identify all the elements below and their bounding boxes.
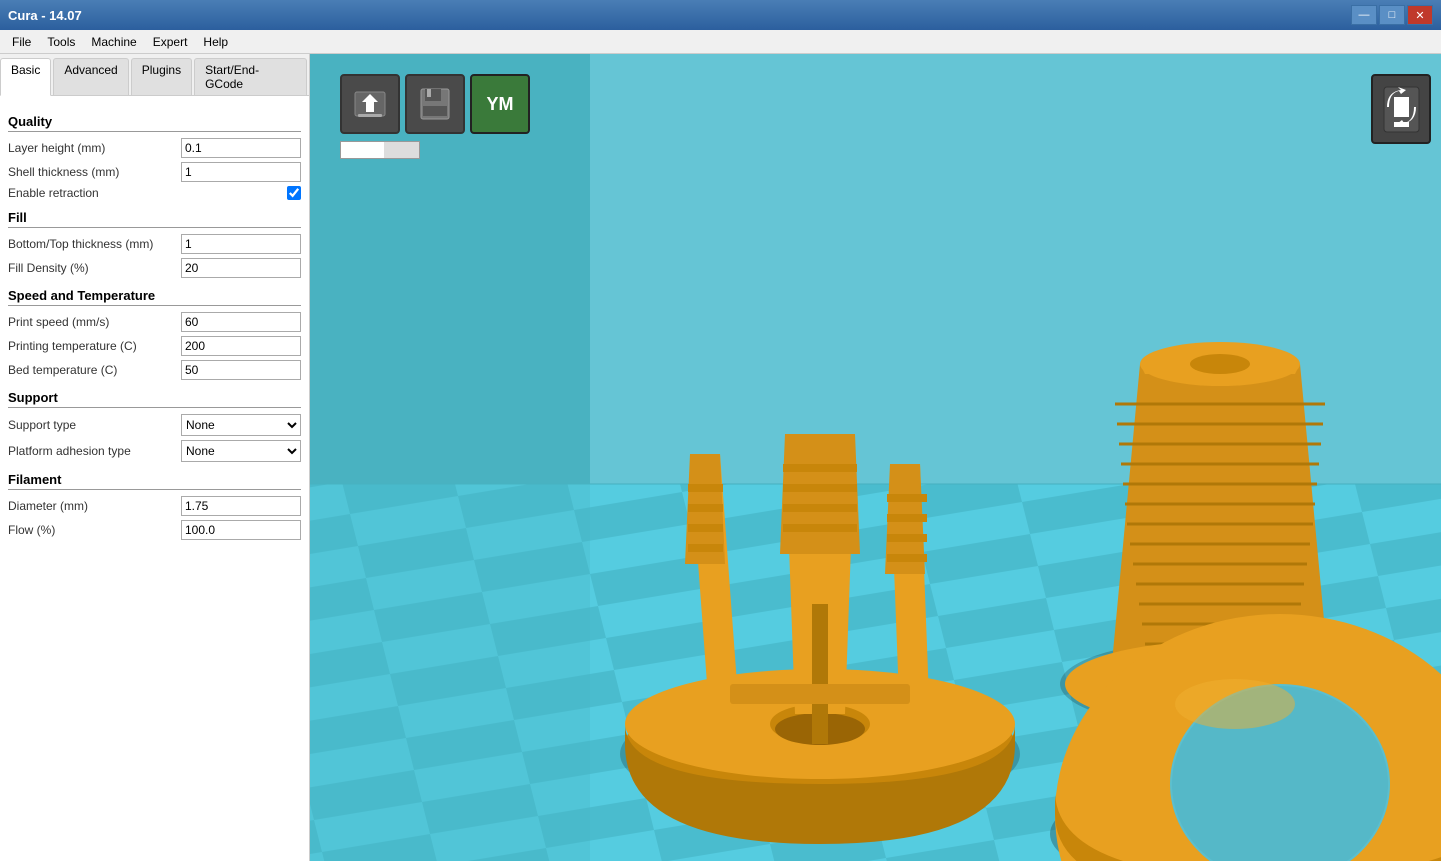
print-temp-input[interactable] [181, 336, 301, 356]
viewport-toolbar: YM [340, 74, 530, 164]
flow-row: Flow (%) [8, 520, 301, 540]
progress-bar-container [340, 141, 420, 159]
menu-expert[interactable]: Expert [145, 33, 196, 51]
fill-density-label: Fill Density (%) [8, 261, 181, 275]
enable-retraction-row: Enable retraction [8, 186, 301, 200]
enable-retraction-label: Enable retraction [8, 186, 287, 200]
viewport: YM [310, 54, 1441, 861]
filament-section-title: Filament [8, 472, 301, 490]
fill-section-title: Fill [8, 210, 301, 228]
rotate-icon [1379, 82, 1424, 137]
print-temp-label: Printing temperature (C) [8, 339, 181, 353]
shell-thickness-input[interactable] [181, 162, 301, 182]
minimize-button[interactable]: — [1351, 5, 1377, 25]
fill-density-row: Fill Density (%) [8, 258, 301, 278]
menu-file[interactable]: File [4, 33, 39, 51]
support-type-row: Support type None Touching buildplate Ev… [8, 414, 301, 436]
tab-basic[interactable]: Basic [0, 58, 51, 96]
layer-height-label: Layer height (mm) [8, 141, 181, 155]
tab-startend[interactable]: Start/End-GCode [194, 58, 307, 95]
tab-advanced[interactable]: Advanced [53, 58, 128, 95]
main-layout: Basic Advanced Plugins Start/End-GCode Q… [0, 54, 1441, 861]
toolbar-row-1: YM [340, 74, 530, 134]
ym-label: YM [487, 94, 514, 115]
bottom-top-row: Bottom/Top thickness (mm) [8, 234, 301, 254]
print-speed-row: Print speed (mm/s) [8, 312, 301, 332]
titlebar: Cura - 14.07 — □ ✕ [0, 0, 1441, 30]
titlebar-title: Cura - 14.07 [8, 8, 82, 23]
speed-section-title: Speed and Temperature [8, 288, 301, 306]
save-gcode-button[interactable] [405, 74, 465, 134]
bottom-top-label: Bottom/Top thickness (mm) [8, 237, 181, 251]
bottom-top-input[interactable] [181, 234, 301, 254]
support-type-select[interactable]: None Touching buildplate Everywhere [181, 414, 301, 436]
menu-tools[interactable]: Tools [39, 33, 83, 51]
platform-adhesion-label: Platform adhesion type [8, 444, 181, 458]
menu-help[interactable]: Help [195, 33, 236, 51]
flow-input[interactable] [181, 520, 301, 540]
titlebar-controls: — □ ✕ [1351, 5, 1433, 25]
load-icon [350, 84, 390, 124]
settings-panel: Quality Layer height (mm) Shell thicknes… [0, 96, 309, 861]
load-model-button[interactable] [340, 74, 400, 134]
diameter-label: Diameter (mm) [8, 499, 181, 513]
platform-adhesion-select[interactable]: None Brim Raft [181, 440, 301, 462]
support-section-title: Support [8, 390, 301, 408]
enable-retraction-checkbox[interactable] [287, 186, 301, 200]
rotate-view-button[interactable] [1371, 74, 1431, 144]
shell-thickness-row: Shell thickness (mm) [8, 162, 301, 182]
fill-density-input[interactable] [181, 258, 301, 278]
ym-button[interactable]: YM [470, 74, 530, 134]
print-temp-row: Printing temperature (C) [8, 336, 301, 356]
tab-plugins[interactable]: Plugins [131, 58, 192, 95]
flow-label: Flow (%) [8, 523, 181, 537]
support-type-label: Support type [8, 418, 181, 432]
tabs: Basic Advanced Plugins Start/End-GCode [0, 54, 309, 96]
bed-temp-row: Bed temperature (C) [8, 360, 301, 380]
quality-section-title: Quality [8, 114, 301, 132]
bed-temp-input[interactable] [181, 360, 301, 380]
close-button[interactable]: ✕ [1407, 5, 1433, 25]
left-panel: Basic Advanced Plugins Start/End-GCode Q… [0, 54, 310, 861]
print-speed-label: Print speed (mm/s) [8, 315, 181, 329]
diameter-row: Diameter (mm) [8, 496, 301, 516]
menu-machine[interactable]: Machine [83, 33, 144, 51]
platform-adhesion-row: Platform adhesion type None Brim Raft [8, 440, 301, 462]
layer-height-row: Layer height (mm) [8, 138, 301, 158]
diameter-input[interactable] [181, 496, 301, 516]
menubar: File Tools Machine Expert Help [0, 30, 1441, 54]
bed-temp-label: Bed temperature (C) [8, 363, 181, 377]
maximize-button[interactable]: □ [1379, 5, 1405, 25]
print-speed-input[interactable] [181, 312, 301, 332]
progress-bar-fill [341, 142, 384, 158]
toolbar-row-2 [340, 139, 530, 159]
layer-height-input[interactable] [181, 138, 301, 158]
save-icon [415, 84, 455, 124]
shell-thickness-label: Shell thickness (mm) [8, 165, 181, 179]
